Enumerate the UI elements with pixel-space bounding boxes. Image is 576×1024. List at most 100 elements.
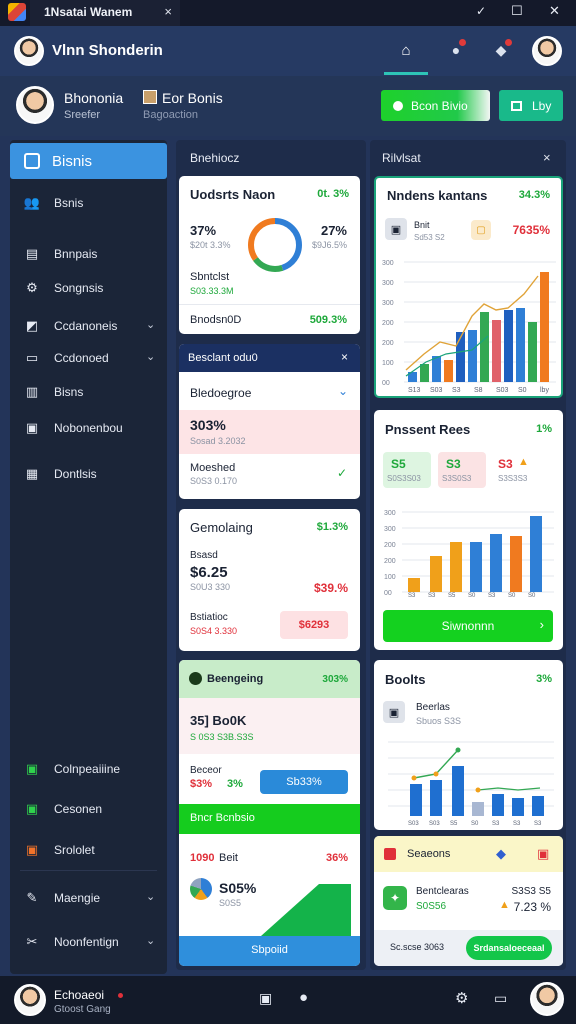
bank-banner-label: Bncr Bcnbsio: [190, 812, 255, 824]
right-panel-close-icon[interactable]: ×: [543, 150, 551, 165]
section-subtitle: Bagoaction: [143, 109, 199, 121]
seasons-card[interactable]: Seaeons ◆ ▣ ✦ Bentclearas S0S56 S3S3 S5 …: [374, 836, 563, 966]
sidebar-bottom-item-4[interactable]: ✎ Maengie: [24, 890, 100, 906]
y-tick-label: 300: [384, 510, 396, 517]
right-panel-header: Rilvlsat: [382, 151, 421, 165]
lock-icon: ▣: [385, 218, 407, 240]
tile-plain[interactable]: S3 ▲ S3S3S3: [494, 452, 542, 488]
window-tab[interactable]: 1Nsatai Wanem ×: [30, 0, 180, 26]
bar: [528, 322, 537, 382]
card-badge: 0t. 3%: [317, 188, 349, 200]
sidebar-item-bsnis[interactable]: 👥 Bsnis: [24, 195, 83, 211]
bank-banner[interactable]: Bncr Bcnbsio: [179, 804, 360, 834]
y-tick-label: 100: [384, 574, 396, 581]
app-logo-icon: [8, 3, 26, 21]
sidebar-bottom-item-3[interactable]: ▣ Srololet: [24, 842, 95, 858]
minimize-check-icon[interactable]: ✓: [476, 4, 486, 18]
window-titlebar: 1Nsatai Wanem × ✓ ☐ ✕: [0, 0, 576, 26]
bank-card[interactable]: Beengeing 303% 35] Bo0K S 0S3 S3B.S3S Be…: [179, 660, 360, 966]
bank-footer[interactable]: Sbpoiid: [179, 936, 360, 966]
sidebar-item-ccdanoneis[interactable]: ◩ Ccdanoneis: [24, 318, 118, 334]
bar: [470, 542, 482, 592]
sidebar-bottom-item-5[interactable]: ✂ Noonfentign: [24, 934, 119, 950]
chevron-down-icon[interactable]: ⌄: [146, 890, 155, 903]
x-tick-label: S03: [408, 821, 419, 827]
card-footer-right: 509.3%: [309, 314, 347, 326]
card-title: Seaeons: [407, 848, 451, 860]
compare-card[interactable]: Besclant odu0 × Bledoegroe ⌄ 303% Sosad …: [179, 344, 360, 499]
home-icon[interactable]: ⌂: [396, 40, 416, 60]
card-footer-left: Bnodsn0D: [190, 314, 242, 326]
tile-green[interactable]: S5 S0S3S03: [383, 452, 431, 488]
left-panel-header: Bnehiocz: [190, 151, 240, 165]
seasons-header: [374, 836, 563, 872]
status-dot: [118, 993, 123, 998]
bar: [530, 516, 542, 592]
profile-avatar[interactable]: [16, 86, 54, 124]
app-header: Vlnn Shonderin ⌂ ● ◆: [0, 26, 576, 76]
sidebar-item-label: Srololet: [54, 843, 95, 857]
tile-green-sub: S0S3S03: [387, 474, 421, 483]
screen-icon[interactable]: ▭: [494, 990, 507, 1007]
sidebar-bottom-item-1[interactable]: ▣ Colnpeaiiine: [24, 761, 120, 777]
bank-label: Beceor: [190, 765, 222, 776]
alert-icon: ▣: [25, 842, 39, 857]
sidebar-item-bnnpais[interactable]: ▤ Bnnpais: [24, 246, 98, 262]
location-icon[interactable]: ●: [299, 989, 308, 1006]
present-action-label: Siwnonnn: [441, 619, 495, 633]
card-badge: 1%: [536, 423, 552, 435]
bank-value-sub: S 0S3 S3B.S3S: [190, 732, 254, 742]
seasons-metric-2: 7.23 %: [513, 900, 551, 914]
chevron-down-icon[interactable]: ⌄: [338, 384, 348, 398]
header-avatar[interactable]: [14, 36, 44, 66]
gemolaing-card[interactable]: Gemolaing $1.3% Bsasd $6.25 S0U3 330 $39…: [179, 509, 360, 651]
books-card[interactable]: Boolts 3% ▣ Beerlas Sbuos S3S S03 S03 S5 S0…: [374, 660, 563, 830]
sidebar-item-bisns[interactable]: ▥ Bisns: [24, 384, 84, 400]
y-tick-label: 300: [382, 280, 394, 287]
y-tick-label: 00: [382, 380, 390, 387]
present-card[interactable]: Pnssent Rees 1% S5 S0S3S03 S3 S3S0S3 S3 …: [374, 410, 563, 650]
y-tick-label: 300: [382, 300, 394, 307]
chevron-down-icon[interactable]: ⌄: [146, 350, 155, 363]
card-title: Boolts: [385, 672, 426, 687]
donut-label-sub: S03.33.3M: [190, 286, 234, 296]
present-action-button[interactable]: Siwnonnn ›: [383, 610, 553, 642]
bar: [512, 798, 524, 816]
maximize-icon[interactable]: ☐: [511, 3, 523, 19]
sidebar-item-ccdonoed[interactable]: ▭ Ccdonoed: [24, 350, 109, 366]
footer-user-avatar[interactable]: [530, 982, 564, 1016]
bar: [504, 310, 513, 382]
camera-icon[interactable]: ▣: [259, 990, 272, 1007]
folder-icon: ▢: [471, 220, 491, 240]
tab-close-icon[interactable]: ×: [164, 4, 172, 19]
y-tick-label: 200: [384, 542, 396, 549]
chevron-down-icon[interactable]: ⌄: [146, 934, 155, 947]
gemolaing-pill[interactable]: $6293: [280, 611, 348, 639]
tools-icon: ✂: [26, 934, 38, 949]
bar: [492, 794, 504, 816]
chevron-down-icon[interactable]: ⌄: [146, 318, 155, 331]
sidebar-item-active[interactable]: Bisnis: [10, 143, 167, 179]
bank-button[interactable]: Sb33%: [260, 770, 348, 794]
seasons-footer-button[interactable]: Srdansaloeceaal: [466, 936, 552, 960]
bar-chart-card[interactable]: Nndens kantans 34.3% ▣ Bnit Sd53 S2 ▢ 76…: [374, 176, 563, 398]
sidebar-item-dontlsis[interactable]: ▦ Dontlsis: [24, 466, 97, 482]
close-window-icon[interactable]: ✕: [549, 3, 560, 19]
bar: [490, 534, 502, 592]
settings-icon[interactable]: ⚙: [455, 989, 468, 1007]
compare-close-icon[interactable]: ×: [341, 350, 348, 364]
lock-icon: ▣: [383, 701, 405, 723]
card-badge: 3%: [536, 673, 552, 685]
sidebar-item-nobonenbou[interactable]: ▣ Nobonenbou: [24, 420, 123, 436]
primary-action-button[interactable]: Bcon Bivio: [381, 90, 490, 121]
secondary-action-button[interactable]: Lby: [499, 90, 563, 121]
sidebar-item-songnsis[interactable]: ⚙ Songnsis: [24, 280, 103, 296]
donut-card[interactable]: Uodsrts Naon 0t. 3% 37% $20t 3.3% 27% $9…: [179, 176, 360, 334]
compare-header-title: Besclant odu0: [188, 352, 258, 364]
header-user-avatar[interactable]: [532, 36, 562, 66]
sidebar-bottom-item-2[interactable]: ▣ Cesonen: [24, 801, 102, 817]
footer-avatar[interactable]: [14, 984, 46, 1016]
shield-icon: ◆: [496, 846, 506, 861]
tile-red[interactable]: S3 S3S0S3: [438, 452, 486, 488]
users-icon: 👥: [23, 195, 41, 210]
